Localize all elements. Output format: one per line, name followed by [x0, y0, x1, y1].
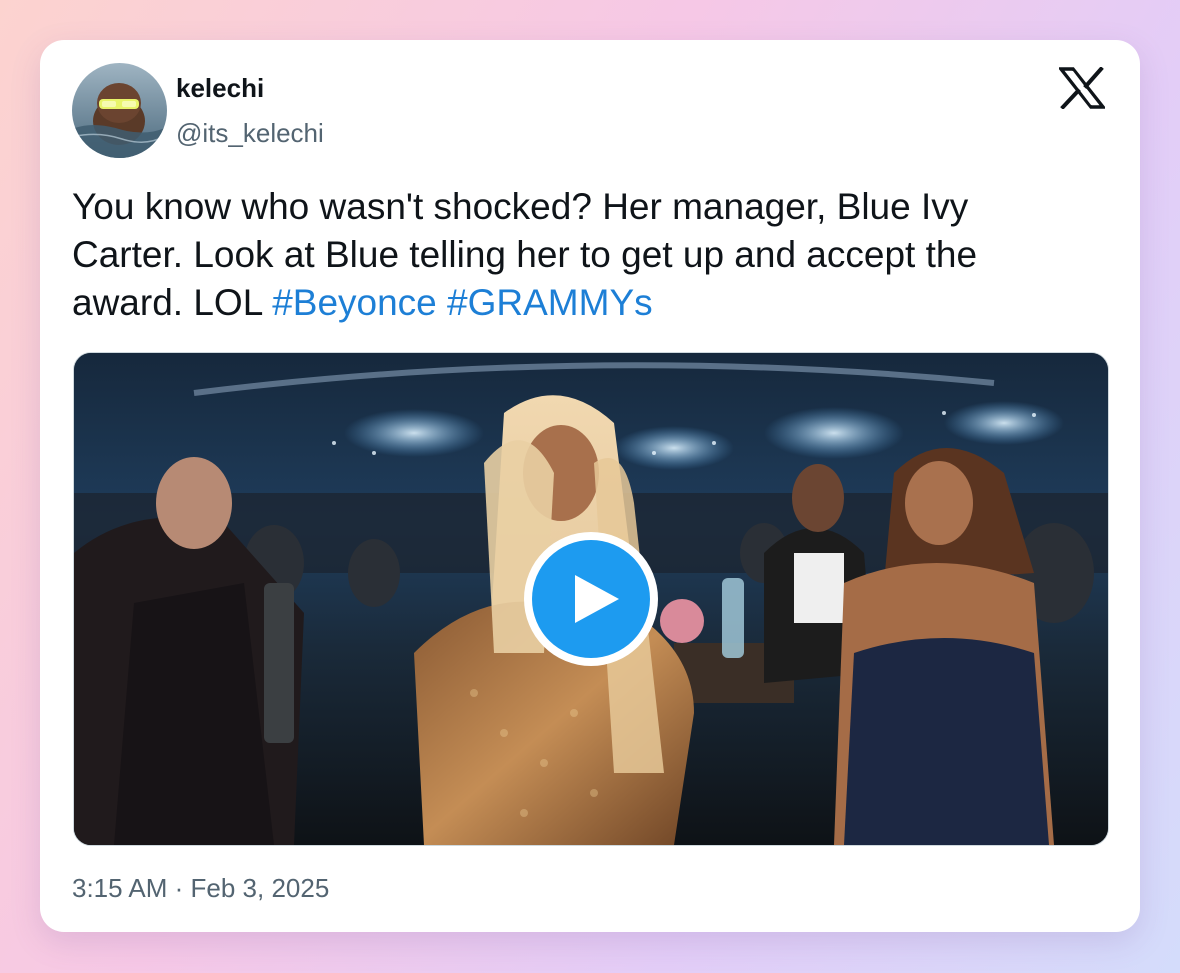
tweet-date[interactable]: Feb 3, 2025	[191, 873, 330, 903]
play-button[interactable]	[524, 532, 658, 666]
tweet-text: You know who wasn't shocked? Her manager…	[72, 183, 1082, 327]
x-logo-icon[interactable]	[1059, 67, 1105, 109]
video-player[interactable]	[73, 352, 1109, 846]
tweet-time[interactable]: 3:15 AM	[72, 873, 167, 903]
hashtag-grammys[interactable]: #GRAMMYs	[447, 282, 653, 323]
user-handle[interactable]: @its_kelechi	[176, 117, 324, 149]
hashtag-beyonce[interactable]: #Beyonce	[272, 282, 437, 323]
avatar[interactable]	[72, 63, 167, 158]
display-name[interactable]: kelechi	[176, 72, 264, 104]
avatar-image	[72, 63, 167, 158]
timestamp-separator: ·	[167, 873, 191, 903]
tweet-card: kelechi @its_kelechi You know who wasn't…	[40, 40, 1140, 932]
play-icon	[532, 540, 650, 658]
tweet-timestamp: 3:15 AM · Feb 3, 2025	[72, 872, 329, 904]
